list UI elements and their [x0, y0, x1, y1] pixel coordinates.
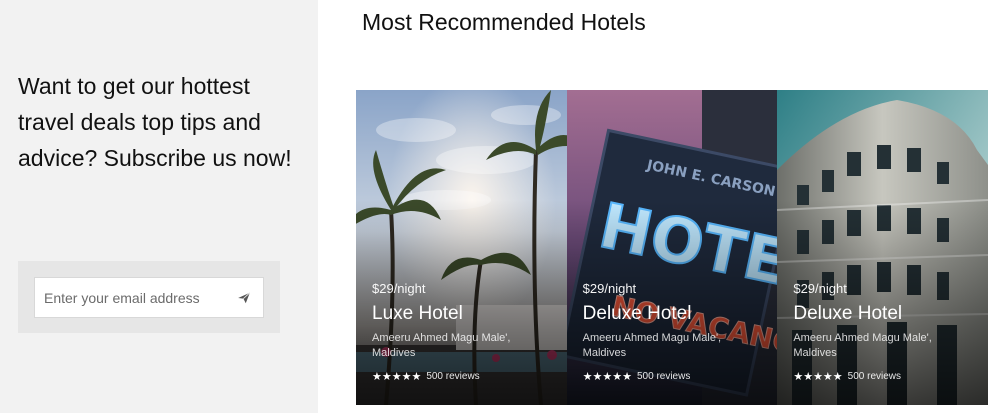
- hotel-cards: $29/night Luxe Hotel Ameeru Ahmed Magu M…: [356, 90, 989, 405]
- reviews-count[interactable]: 500 reviews: [426, 371, 479, 382]
- hotel-address: Ameeru Ahmed Magu Male', Maldives: [372, 332, 511, 359]
- newsletter-panel: Want to get our hottest travel deals top…: [0, 0, 318, 413]
- rating-row: ★★★★★ 500 reviews: [372, 370, 557, 383]
- star-rating-icon: ★★★★★: [372, 371, 422, 383]
- star-rating-icon: ★★★★★: [582, 371, 632, 383]
- hotel-card[interactable]: $29/night Deluxe Hotel Ameeru Ahmed Magu…: [777, 90, 989, 405]
- hotel-name[interactable]: Luxe Hotel: [372, 301, 557, 327]
- email-field-wrapper: [34, 277, 264, 318]
- rating-row: ★★★★★ 500 reviews: [583, 370, 768, 383]
- price-label: $29/night: [372, 281, 426, 296]
- hotel-address: Ameeru Ahmed Magu Male', Maldives: [582, 332, 722, 359]
- reviews-count[interactable]: 500 reviews: [637, 371, 690, 382]
- reviews-count[interactable]: 500 reviews: [848, 371, 901, 382]
- hotel-card[interactable]: JOHN E. CARSON HOTEL NO VACANCY $29/nigh…: [566, 90, 778, 405]
- newsletter-heading: Want to get our hottest travel deals top…: [18, 73, 292, 171]
- hotel-name[interactable]: Deluxe Hotel: [583, 301, 768, 327]
- paper-plane-icon: [238, 291, 251, 303]
- section-title: Most Recommended Hotels: [362, 9, 646, 35]
- card-content: $29/night Deluxe Hotel Ameeru Ahmed Magu…: [583, 281, 768, 383]
- hotel-card[interactable]: $29/night Luxe Hotel Ameeru Ahmed Magu M…: [356, 90, 567, 405]
- price-label: $29/night: [793, 281, 847, 296]
- email-input[interactable]: [35, 278, 225, 317]
- price-label: $29/night: [582, 281, 637, 296]
- hotel-name[interactable]: Deluxe Hotel: [793, 301, 978, 327]
- card-content: $29/night Luxe Hotel Ameeru Ahmed Magu M…: [372, 281, 557, 383]
- card-content: $29/night Deluxe Hotel Ameeru Ahmed Magu…: [793, 281, 978, 383]
- rating-row: ★★★★★ 500 reviews: [793, 370, 978, 383]
- star-rating-icon: ★★★★★: [793, 371, 843, 383]
- subscribe-button[interactable]: [225, 278, 263, 317]
- newsletter-form: [18, 261, 280, 333]
- hotel-address: Ameeru Ahmed Magu Male', Maldives: [793, 332, 932, 359]
